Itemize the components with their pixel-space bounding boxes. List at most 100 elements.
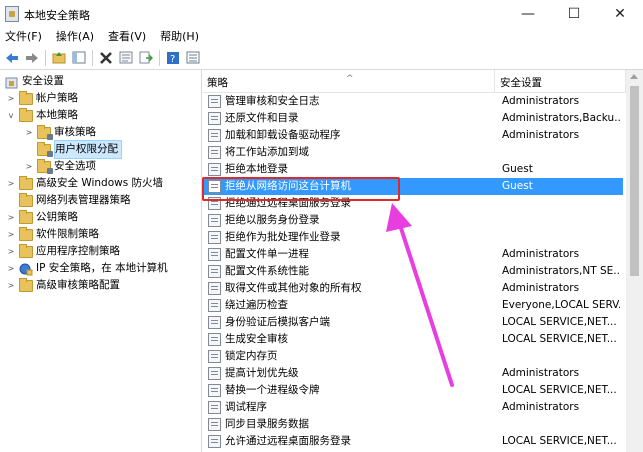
tree-node-security-options[interactable]: > 安全选项 <box>24 158 96 175</box>
policy-name: 绕过遍历检查 <box>225 299 288 311</box>
policy-setting: Administrators <box>502 95 580 107</box>
policy-row[interactable]: 将工作站添加到域 <box>203 144 623 161</box>
tree-node-user-rights-assignment[interactable]: 用户权限分配 <box>24 140 122 159</box>
tree-node-local-policies[interactable]: v 本地策略 <box>6 107 78 124</box>
policy-row[interactable]: 替换一个进程级令牌 LOCAL SERVICE,NET... <box>203 382 623 399</box>
tree-node-label: 应用程序控制策略 <box>36 245 120 257</box>
tree-node-public-key-policies[interactable]: > 公钥策略 <box>6 209 78 226</box>
tree-node-label: 安全选项 <box>54 160 96 172</box>
policy-list: 策略 ^ 安全设置 管理审核和安全日志 Administrators 还原文件和目录… <box>203 70 643 452</box>
chevron-right-icon[interactable]: > <box>6 277 16 294</box>
policy-icon <box>208 214 221 227</box>
tree-node-advanced-audit[interactable]: > 高级审核策略配置 <box>6 277 120 294</box>
policy-icon <box>208 95 221 108</box>
vertical-scrollbar[interactable] <box>626 70 643 452</box>
back-icon[interactable] <box>4 50 20 66</box>
chevron-right-icon[interactable]: > <box>6 226 16 243</box>
policy-setting: Administrators <box>502 282 580 294</box>
tree-node-network-list-manager[interactable]: 网络列表管理器策略 <box>6 192 131 209</box>
highlight-box <box>202 177 400 201</box>
column-header-label: 策略 <box>207 77 228 89</box>
policy-name: 将工作站添加到域 <box>225 146 309 158</box>
show-hide-tree-icon[interactable] <box>71 50 87 66</box>
policy-row[interactable]: 配置文件单一进程 Administrators <box>203 246 623 263</box>
policy-icon <box>208 163 221 176</box>
policy-row[interactable]: 加载和卸载设备驱动程序 Administrators <box>203 127 623 144</box>
policy-name: 同步目录服务数据 <box>225 418 309 430</box>
policy-row[interactable]: 允许通过远程桌面服务登录 LOCAL SERVICE,NET... <box>203 433 623 450</box>
column-header-label: 安全设置 <box>500 77 542 89</box>
chevron-down-icon[interactable]: v <box>6 107 16 124</box>
policy-row[interactable]: 取得文件或其他对象的所有权 Administrators <box>203 280 623 297</box>
up-folder-icon[interactable] <box>51 50 67 66</box>
tree-node-ip-security[interactable]: > IP 安全策略，在 本地计算机 <box>6 260 168 277</box>
policy-setting: Administrators <box>502 129 580 141</box>
policy-row[interactable]: 绕过遍历检查 Everyone,LOCAL SERV... <box>203 297 623 314</box>
chevron-right-icon[interactable]: > <box>6 260 16 277</box>
tree-node-windows-firewall[interactable]: > 高级安全 Windows 防火墙 <box>6 175 163 192</box>
chevron-right-icon[interactable]: > <box>24 124 34 141</box>
folder-icon <box>19 243 33 258</box>
policy-row[interactable]: 拒绝本地登录 Guest <box>203 161 623 178</box>
policy-row[interactable]: 拒绝作为批处理作业登录 <box>203 229 623 246</box>
tree-node-account-policies[interactable]: > 帐户策略 <box>6 90 78 107</box>
chevron-right-icon[interactable]: > <box>6 175 16 192</box>
policy-name: 锁定内存页 <box>225 350 278 362</box>
menu-help[interactable]: 帮助(H) <box>153 28 206 46</box>
policy-setting: Guest <box>502 163 533 175</box>
policy-row[interactable]: 身份验证后模拟客户端 LOCAL SERVICE,NET... <box>203 314 623 331</box>
maximize-button[interactable]: ☐ <box>551 0 597 28</box>
column-header-security-setting[interactable]: 安全设置 <box>496 70 626 93</box>
policy-name: 拒绝以服务身份登录 <box>225 214 320 226</box>
chevron-right-icon[interactable]: > <box>24 158 34 175</box>
tree-node-app-control[interactable]: > 应用程序控制策略 <box>6 243 120 260</box>
policy-row[interactable]: 配置文件系统性能 Administrators,NT SE... <box>203 263 623 280</box>
policy-name: 身份验证后模拟客户端 <box>225 316 330 328</box>
minimize-button[interactable]: — <box>505 0 551 28</box>
menu-action[interactable]: 操作(A) <box>49 28 101 46</box>
tree-node-label: 用户权限分配 <box>54 140 122 159</box>
scroll-thumb[interactable] <box>630 86 639 276</box>
tree-node-label: 本地策略 <box>36 109 78 121</box>
delete-icon[interactable] <box>98 50 114 66</box>
policy-row[interactable]: 同步目录服务数据 <box>203 416 623 433</box>
scroll-up-icon[interactable] <box>630 74 638 79</box>
help-icon[interactable]: ? <box>165 50 181 66</box>
chevron-right-icon[interactable]: > <box>6 90 16 107</box>
tree-node-audit-policy[interactable]: > 审核策略 <box>24 124 96 141</box>
folder-icon <box>19 107 33 122</box>
view-icon[interactable] <box>185 50 201 66</box>
policy-row[interactable]: 调试程序 Administrators <box>203 399 623 416</box>
local-security-policy-icon <box>5 6 19 22</box>
policy-icon <box>208 435 221 448</box>
policy-row[interactable]: 提高计划优先级 Administrators <box>203 365 623 382</box>
policy-icon <box>208 316 221 329</box>
export-list-icon[interactable] <box>138 50 154 66</box>
policy-row[interactable]: 锁定内存页 <box>203 348 623 365</box>
chevron-right-icon[interactable]: > <box>6 243 16 260</box>
properties-icon[interactable] <box>118 50 134 66</box>
policy-icon <box>208 282 221 295</box>
policy-row[interactable]: 拒绝以服务身份登录 <box>203 212 623 229</box>
forward-icon[interactable] <box>24 50 40 66</box>
policy-row[interactable]: 生成安全审核 LOCAL SERVICE,NET... <box>203 331 623 348</box>
menu-file[interactable]: 文件(F) <box>0 28 49 46</box>
policy-icon <box>208 231 221 244</box>
column-header-policy[interactable]: 策略 ^ <box>203 70 495 93</box>
chevron-right-icon[interactable]: > <box>6 209 16 226</box>
folder-icon <box>37 124 53 140</box>
toolbar: ? <box>0 46 643 70</box>
folder-icon <box>19 90 33 105</box>
policy-setting: Administrators <box>502 248 580 260</box>
menu-view[interactable]: 查看(V) <box>101 28 153 46</box>
close-button[interactable]: ✕ <box>597 0 643 28</box>
policy-row[interactable]: 管理审核和安全日志 Administrators <box>203 93 623 110</box>
policy-row[interactable]: 还原文件和目录 Administrators,Backu... <box>203 110 623 127</box>
policy-setting: Administrators,Backu... <box>502 112 620 124</box>
policy-name: 配置文件单一进程 <box>225 248 309 260</box>
toolbar-separator <box>159 49 160 66</box>
tree-node-software-restriction[interactable]: > 软件限制策略 <box>6 226 99 243</box>
security-settings-icon <box>5 76 19 88</box>
tree-node-label: 高级审核策略配置 <box>36 279 120 291</box>
tree-node-security-settings[interactable]: 安全设置 <box>3 73 64 90</box>
